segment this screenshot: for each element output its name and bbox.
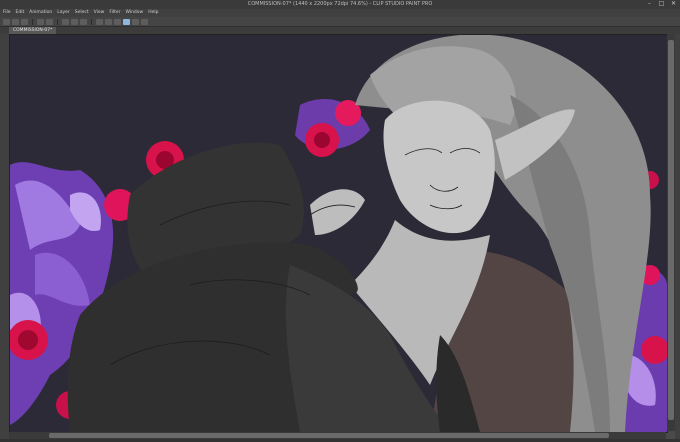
save-icon[interactable] [21, 18, 28, 25]
menu-help[interactable]: Help [148, 9, 158, 17]
invert-selection-icon[interactable] [105, 18, 112, 25]
window-controls: – □ ✕ [645, 0, 678, 8]
menu-animation[interactable]: Animation [29, 9, 52, 17]
clear-icon[interactable] [62, 18, 69, 25]
horizontal-scroll-thumb[interactable] [49, 433, 609, 438]
tab-document[interactable]: COMMISSION-07* [9, 27, 57, 34]
maximize-button[interactable]: □ [657, 0, 666, 8]
left-dock [0, 34, 9, 439]
open-file-icon[interactable] [12, 18, 19, 25]
menu-bar: File Edit Animation Layer Select View Fi… [0, 9, 680, 17]
toolbar-divider [57, 18, 58, 25]
snap-grid-icon[interactable] [141, 18, 148, 25]
deselect-icon[interactable] [96, 18, 103, 25]
undo-icon[interactable] [37, 18, 44, 25]
transform-icon[interactable] [80, 18, 87, 25]
snap-icon[interactable] [123, 18, 130, 25]
toolbar-divider [91, 18, 92, 25]
menu-select[interactable]: Select [75, 9, 89, 17]
redo-icon[interactable] [46, 18, 53, 25]
menu-filter[interactable]: Filter [109, 9, 120, 17]
window-title: COMMISSION-07* (1440 x 2200px 72dpi 74.6… [247, 1, 433, 7]
right-dock [675, 34, 680, 439]
minimize-button[interactable]: – [645, 0, 654, 8]
menu-layer[interactable]: Layer [57, 9, 70, 17]
menu-edit[interactable]: Edit [16, 9, 25, 17]
fill-icon[interactable] [71, 18, 78, 25]
artwork [10, 35, 667, 432]
show-selection-icon[interactable] [114, 18, 121, 25]
new-file-icon[interactable] [3, 18, 10, 25]
horizontal-scrollbar[interactable] [9, 432, 666, 439]
drawing-canvas[interactable] [9, 34, 668, 433]
command-bar [0, 17, 680, 27]
toolbar-divider [32, 18, 33, 25]
menu-window[interactable]: Window [125, 9, 143, 17]
title-bar: COMMISSION-07* (1440 x 2200px 72dpi 74.6… [0, 0, 680, 9]
vertical-scroll-thumb[interactable] [668, 40, 674, 420]
document-tab-bar: COMMISSION-07* [0, 27, 680, 34]
close-button[interactable]: ✕ [669, 0, 678, 8]
menu-file[interactable]: File [3, 9, 11, 17]
vertical-scrollbar[interactable] [667, 34, 675, 431]
snap-ruler-icon[interactable] [132, 18, 139, 25]
menu-view[interactable]: View [94, 9, 105, 17]
